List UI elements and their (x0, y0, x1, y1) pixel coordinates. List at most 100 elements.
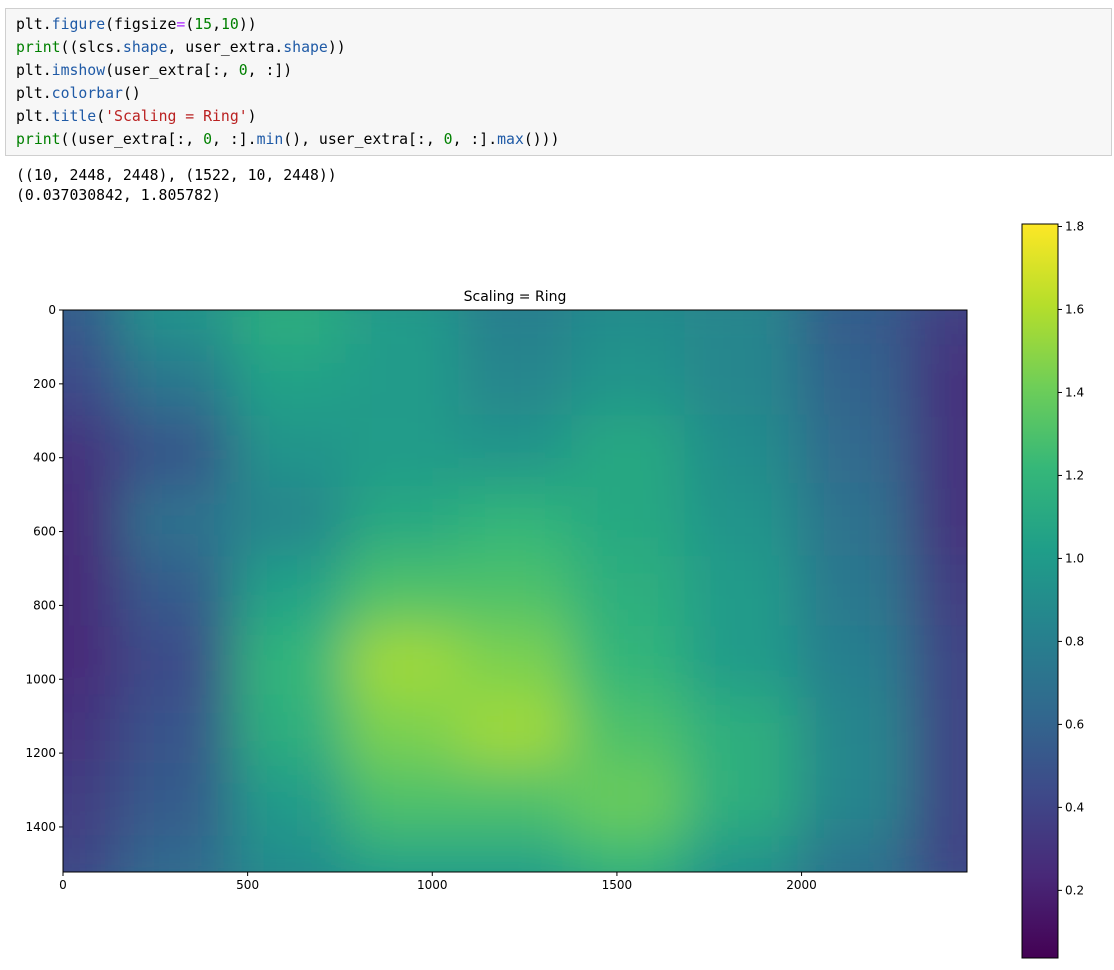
y-tick-label: 1200 (25, 746, 56, 760)
code-cell[interactable]: plt.figure(figsize=(15,10)) print((slcs.s… (5, 8, 1112, 156)
code-token: (figsize (105, 16, 177, 33)
colorbar-tick-label: 0.4 (1065, 800, 1084, 814)
heatmap-cell (232, 415, 346, 486)
code-token: ((slcs. (60, 39, 123, 56)
heatmap-cell (458, 555, 572, 627)
code-line: plt.title('Scaling = Ring') (16, 105, 257, 128)
y-tick-label: 600 (33, 525, 56, 539)
x-tick-label: 1500 (602, 878, 633, 892)
colorbar-tick-label: 1.4 (1065, 385, 1084, 399)
heatmap-cell (571, 626, 685, 697)
heatmap-cell (345, 345, 459, 416)
y-tick-label: 1400 (25, 820, 56, 834)
heatmap-cell (571, 766, 685, 837)
heatmap-cell (232, 626, 346, 697)
code-token: . (42, 62, 52, 79)
heatmap-cell (119, 555, 233, 627)
output-line-shapes: ((10, 2448, 2448), (1522, 10, 2448)) (16, 167, 337, 184)
heatmap-cell (458, 345, 572, 416)
y-tick-label: 800 (33, 598, 56, 612)
code-token: 10 (220, 16, 239, 33)
code-token: title (51, 108, 97, 125)
code-token: plt (16, 85, 43, 102)
heatmap-cell (458, 766, 572, 837)
heatmap-cell (797, 415, 911, 486)
colorbar-tick-label: 1.8 (1065, 219, 1084, 233)
heatmap-cell (232, 766, 346, 837)
code-token: . (42, 16, 52, 33)
y-axis: 0 200 400 600 800 1000 1200 1400 (25, 303, 63, 834)
heatmap-cell (345, 485, 459, 556)
heatmap-cell (571, 696, 685, 767)
y-tick-label: 0 (48, 303, 56, 317)
colorbar-tick-label: 1.2 (1065, 468, 1084, 482)
colorbar-tick-label: 0.2 (1065, 883, 1084, 897)
heatmap-image (63, 310, 967, 872)
heatmap-cell (345, 766, 459, 837)
heatmap-cell (345, 696, 459, 767)
heatmap-cell (119, 626, 233, 697)
colorbar-tick-label: 0.8 (1065, 634, 1084, 648)
code-token: 0 (203, 131, 213, 148)
code-token: () (122, 85, 141, 102)
heatmap-cell (571, 345, 685, 416)
heatmap-cell (119, 415, 233, 486)
code-token: , :]. (452, 131, 498, 148)
heatmap-cell (458, 626, 572, 697)
heatmap-cell (797, 626, 911, 697)
code-token: plt (16, 62, 43, 79)
heatmap-cell (684, 626, 798, 697)
code-token: print (16, 39, 61, 56)
x-axis: 0 500 1000 1500 2000 (59, 872, 817, 892)
heatmap-cell (797, 345, 911, 416)
code-token: , :]) (247, 62, 293, 79)
code-token: plt (16, 108, 43, 125)
code-token: ((user_extra[:, (60, 131, 204, 148)
heatmap-cell (684, 696, 798, 767)
heatmap-cell (571, 485, 685, 556)
heatmap-cell (684, 415, 798, 486)
output-line-minmax: (0.037030842, 1.805782) (16, 187, 221, 204)
x-tick-label: 1000 (417, 878, 448, 892)
heatmap-cell (232, 485, 346, 556)
code-token: ) (247, 108, 257, 125)
code-token: max (497, 131, 524, 148)
code-token: imshow (51, 62, 106, 79)
heatmap-cell (684, 555, 798, 627)
x-tick-label: 0 (59, 878, 67, 892)
code-token: figure (51, 16, 106, 33)
colorbar-tick-label: 1.6 (1065, 302, 1084, 316)
y-tick-label: 400 (33, 451, 56, 465)
heatmap-cell (797, 555, 911, 627)
code-token: shape (122, 39, 168, 56)
code-token: )) (238, 16, 257, 33)
heatmap-cell (232, 555, 346, 627)
colorbar-gradient (1022, 224, 1058, 958)
heatmap-cell (232, 696, 346, 767)
heatmap-cell (458, 415, 572, 486)
code-line: plt.imshow(user_extra[:, 0, :]) (16, 59, 292, 82)
code-token: plt (16, 16, 43, 33)
heatmap-cell (684, 766, 798, 837)
colorbar-tick-label: 1.0 (1065, 551, 1084, 565)
heatmap-cell (119, 485, 233, 556)
x-tick-label: 2000 (786, 878, 817, 892)
colorbar: 1.8 1.6 1.4 1.2 1.0 0.8 0.6 0.4 0.2 (1021, 219, 1084, 959)
code-token: print (16, 131, 61, 148)
code-token: ( (185, 16, 195, 33)
code-token: (), user_extra[:, (283, 131, 444, 148)
code-token: . (42, 108, 52, 125)
colorbar-axis: 1.8 1.6 1.4 1.2 1.0 0.8 0.6 0.4 0.2 (1058, 219, 1084, 897)
plot-title: Scaling = Ring (464, 289, 567, 305)
heatmap-cell (571, 555, 685, 627)
code-line: print((user_extra[:, 0 , :]. min(), user_e… (16, 128, 560, 151)
code-token: , (212, 16, 221, 33)
code-token: shape (283, 39, 328, 56)
code-token: min (256, 131, 284, 148)
heatmap-cell (119, 345, 233, 416)
code-token: . (42, 85, 52, 102)
code-line: plt.colorbar() (16, 82, 141, 105)
code-token: ())) (523, 131, 560, 148)
heatmap-cell (797, 696, 911, 767)
code-line: print((slcs.shape, user_extra.shape)) (16, 36, 346, 59)
